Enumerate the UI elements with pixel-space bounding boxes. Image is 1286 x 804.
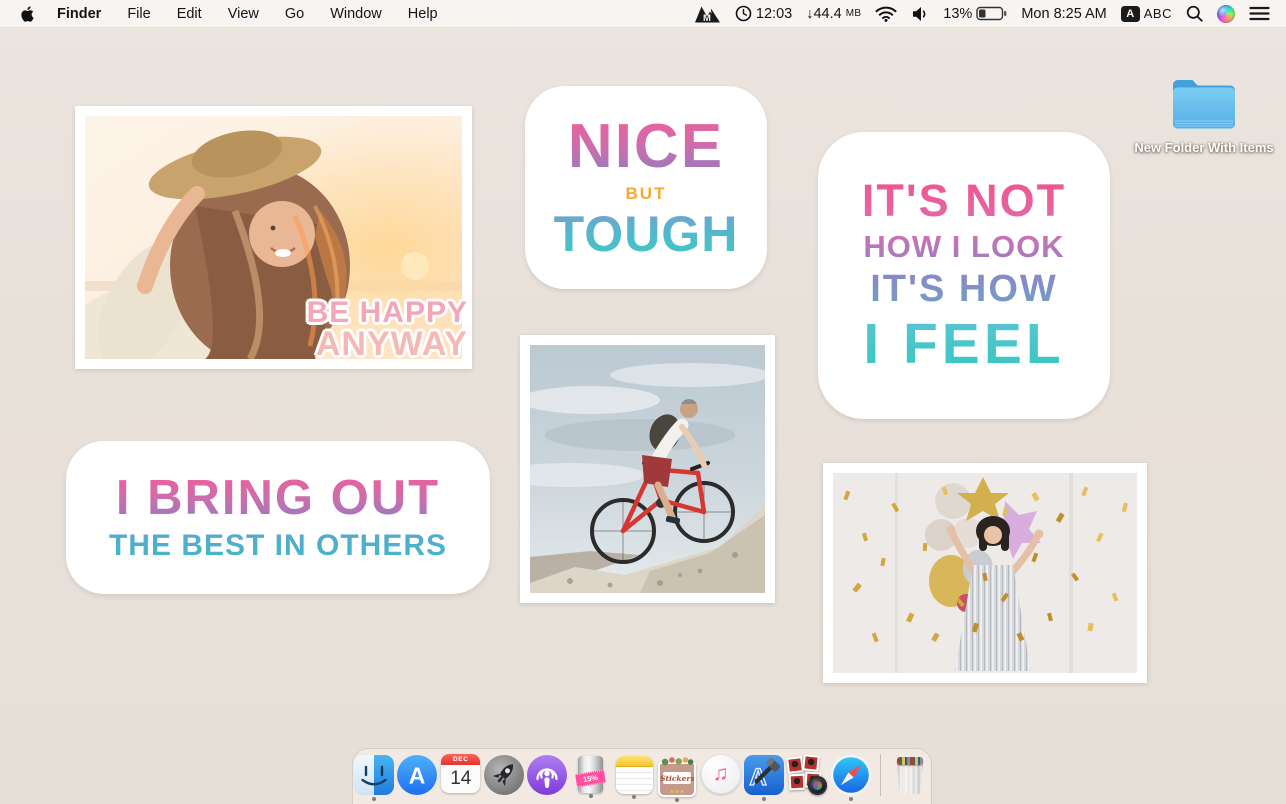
stickers-app-label: Stickers (660, 772, 695, 784)
dock-divider (879, 754, 881, 796)
desktop-background[interactable]: BE HAPPY ANYWAY NICE BUT TOUGH IT'S NOT … (0, 27, 1286, 804)
photo-mountain-biker (520, 335, 775, 603)
clock-icon (735, 5, 752, 22)
feel-line1: IT'S NOT (861, 175, 1067, 226)
menu-bar-left: Finder File Edit View Go Window Help (0, 5, 438, 23)
clock-time: 12:03 (755, 5, 793, 22)
tough-line: TOUGH (553, 206, 739, 262)
clock-menu-item[interactable]: 12:03 (735, 5, 792, 22)
menu-file[interactable]: File (127, 6, 150, 22)
desktop-screen: Finder File Edit View Go Window Help M 1… (0, 0, 1286, 804)
bring-line2: THE BEST IN OTHERS (108, 529, 448, 562)
dock-stickers-icon[interactable]: Stickers (656, 754, 698, 802)
bandwidth-unit: MB (845, 8, 862, 19)
sticker-nice-but-tough: NICE BUT TOUGH (525, 86, 767, 289)
dock-xcode-icon[interactable]: A (743, 754, 785, 801)
menubar-datetime[interactable]: Mon 8:25 AM (1021, 6, 1106, 22)
input-source-badge: A (1120, 5, 1140, 22)
photo-woman-hat: BE HAPPY ANYWAY (75, 106, 472, 369)
dock-app-store-icon[interactable]: A (396, 754, 438, 801)
music-note-glyph: ♫ (712, 762, 729, 785)
bandwidth-value: ↓44.4 (806, 5, 842, 22)
dock-podcasts-icon[interactable] (526, 754, 568, 801)
mountain-letter: M (703, 13, 711, 23)
feel-line2: HOW I LOOK (863, 229, 1065, 264)
menu-bar: Finder File Edit View Go Window Help M 1… (0, 0, 1286, 28)
spotlight-search-icon[interactable] (1186, 5, 1203, 22)
dock-calendar-icon[interactable]: DEC 14 (440, 754, 482, 798)
mountain-app-icon[interactable]: M (694, 4, 721, 23)
input-source-label: ABC (1143, 6, 1172, 21)
wifi-icon[interactable] (875, 6, 897, 22)
folder-label: New Folder With Items (1134, 140, 1274, 155)
dock-battery-app-icon[interactable]: 15% (570, 754, 612, 798)
photo-confetti-girl (823, 463, 1147, 683)
be-happy-line2: ANYWAY (315, 324, 468, 363)
menu-edit[interactable]: Edit (177, 6, 202, 22)
dock-music-icon[interactable]: ♫ (699, 754, 741, 799)
calendar-month: DEC (441, 754, 481, 765)
battery-app-label: 15% (575, 769, 607, 788)
battery-icon (976, 6, 1007, 21)
menu-view[interactable]: View (228, 6, 259, 22)
app-store-letter: A (409, 763, 426, 789)
dock-photo-booth-icon[interactable] (786, 754, 828, 801)
feel-line4: I FEEL (863, 312, 1065, 376)
input-source-menu[interactable]: A ABC (1120, 5, 1172, 22)
bring-line1: I BRING OUT (115, 471, 441, 525)
be-happy-line1: BE HAPPY (306, 296, 468, 330)
menu-app-name[interactable]: Finder (57, 6, 101, 22)
desktop-folder[interactable]: New Folder With Items (1129, 73, 1279, 158)
menu-go[interactable]: Go (285, 6, 304, 22)
dock-safari-icon[interactable] (829, 754, 872, 801)
battery-menu-item[interactable]: 13% (943, 6, 1007, 22)
sticker-its-how-i-feel: IT'S NOT HOW I LOOK IT'S HOW I FEEL (818, 132, 1110, 419)
notification-list-icon[interactable] (1249, 6, 1270, 21)
menu-window[interactable]: Window (330, 6, 382, 22)
dock-finder-icon[interactable] (353, 754, 395, 801)
sticker-bring-out-best: I BRING OUT THE BEST IN OTHERS (66, 441, 490, 594)
nice-line: NICE (567, 112, 725, 181)
feel-line3: IT'S HOW (870, 268, 1058, 310)
folder-icon (1173, 80, 1235, 129)
calendar-day: 14 (450, 768, 472, 789)
dock-trash-icon[interactable] (889, 754, 931, 799)
dock-notes-icon[interactable] (613, 754, 655, 799)
menu-bar-status: M 12:03 ↓44.4 MB 13% Mon 8:25 AM A ABC (694, 4, 1286, 23)
siri-icon[interactable] (1217, 4, 1235, 23)
battery-percent: 13% (943, 5, 973, 22)
menu-help[interactable]: Help (408, 6, 438, 22)
bandwidth-menu-item[interactable]: ↓44.4 MB (806, 6, 861, 22)
volume-icon[interactable] (911, 6, 929, 22)
apple-menu-icon[interactable] (20, 5, 35, 23)
sticker-be-happy: BE HAPPY ANYWAY (307, 298, 468, 361)
but-line: BUT (625, 184, 667, 203)
dock: A DEC 14 15% Stickers ♫ (352, 748, 932, 804)
dock-launchpad-icon[interactable] (483, 754, 525, 801)
